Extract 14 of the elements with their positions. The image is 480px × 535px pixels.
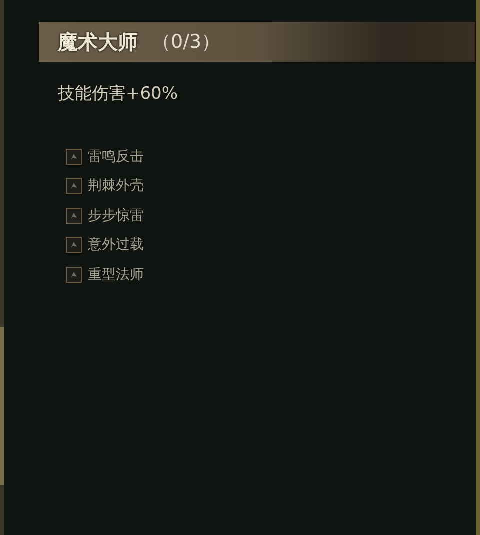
skill-icon: [66, 266, 82, 283]
talent-count: （0/3）: [152, 30, 221, 55]
scrollbar-thumb[interactable]: [0, 327, 4, 485]
skill-icon: [66, 178, 82, 194]
skill-name: 意外过载: [88, 236, 144, 254]
skill-name: 雷鸣反击: [88, 148, 144, 166]
skill-icon: [66, 148, 82, 165]
skill-icon: [66, 208, 82, 224]
skill-name: 荆棘外壳: [88, 177, 144, 196]
skill-name: 步步惊雷: [88, 206, 144, 225]
skill-name: 重型法师: [88, 266, 144, 284]
talent-effect: 技能伤害+60%: [58, 83, 178, 105]
talent-title: 魔术大师: [58, 28, 138, 56]
skill-icon: [66, 237, 82, 254]
